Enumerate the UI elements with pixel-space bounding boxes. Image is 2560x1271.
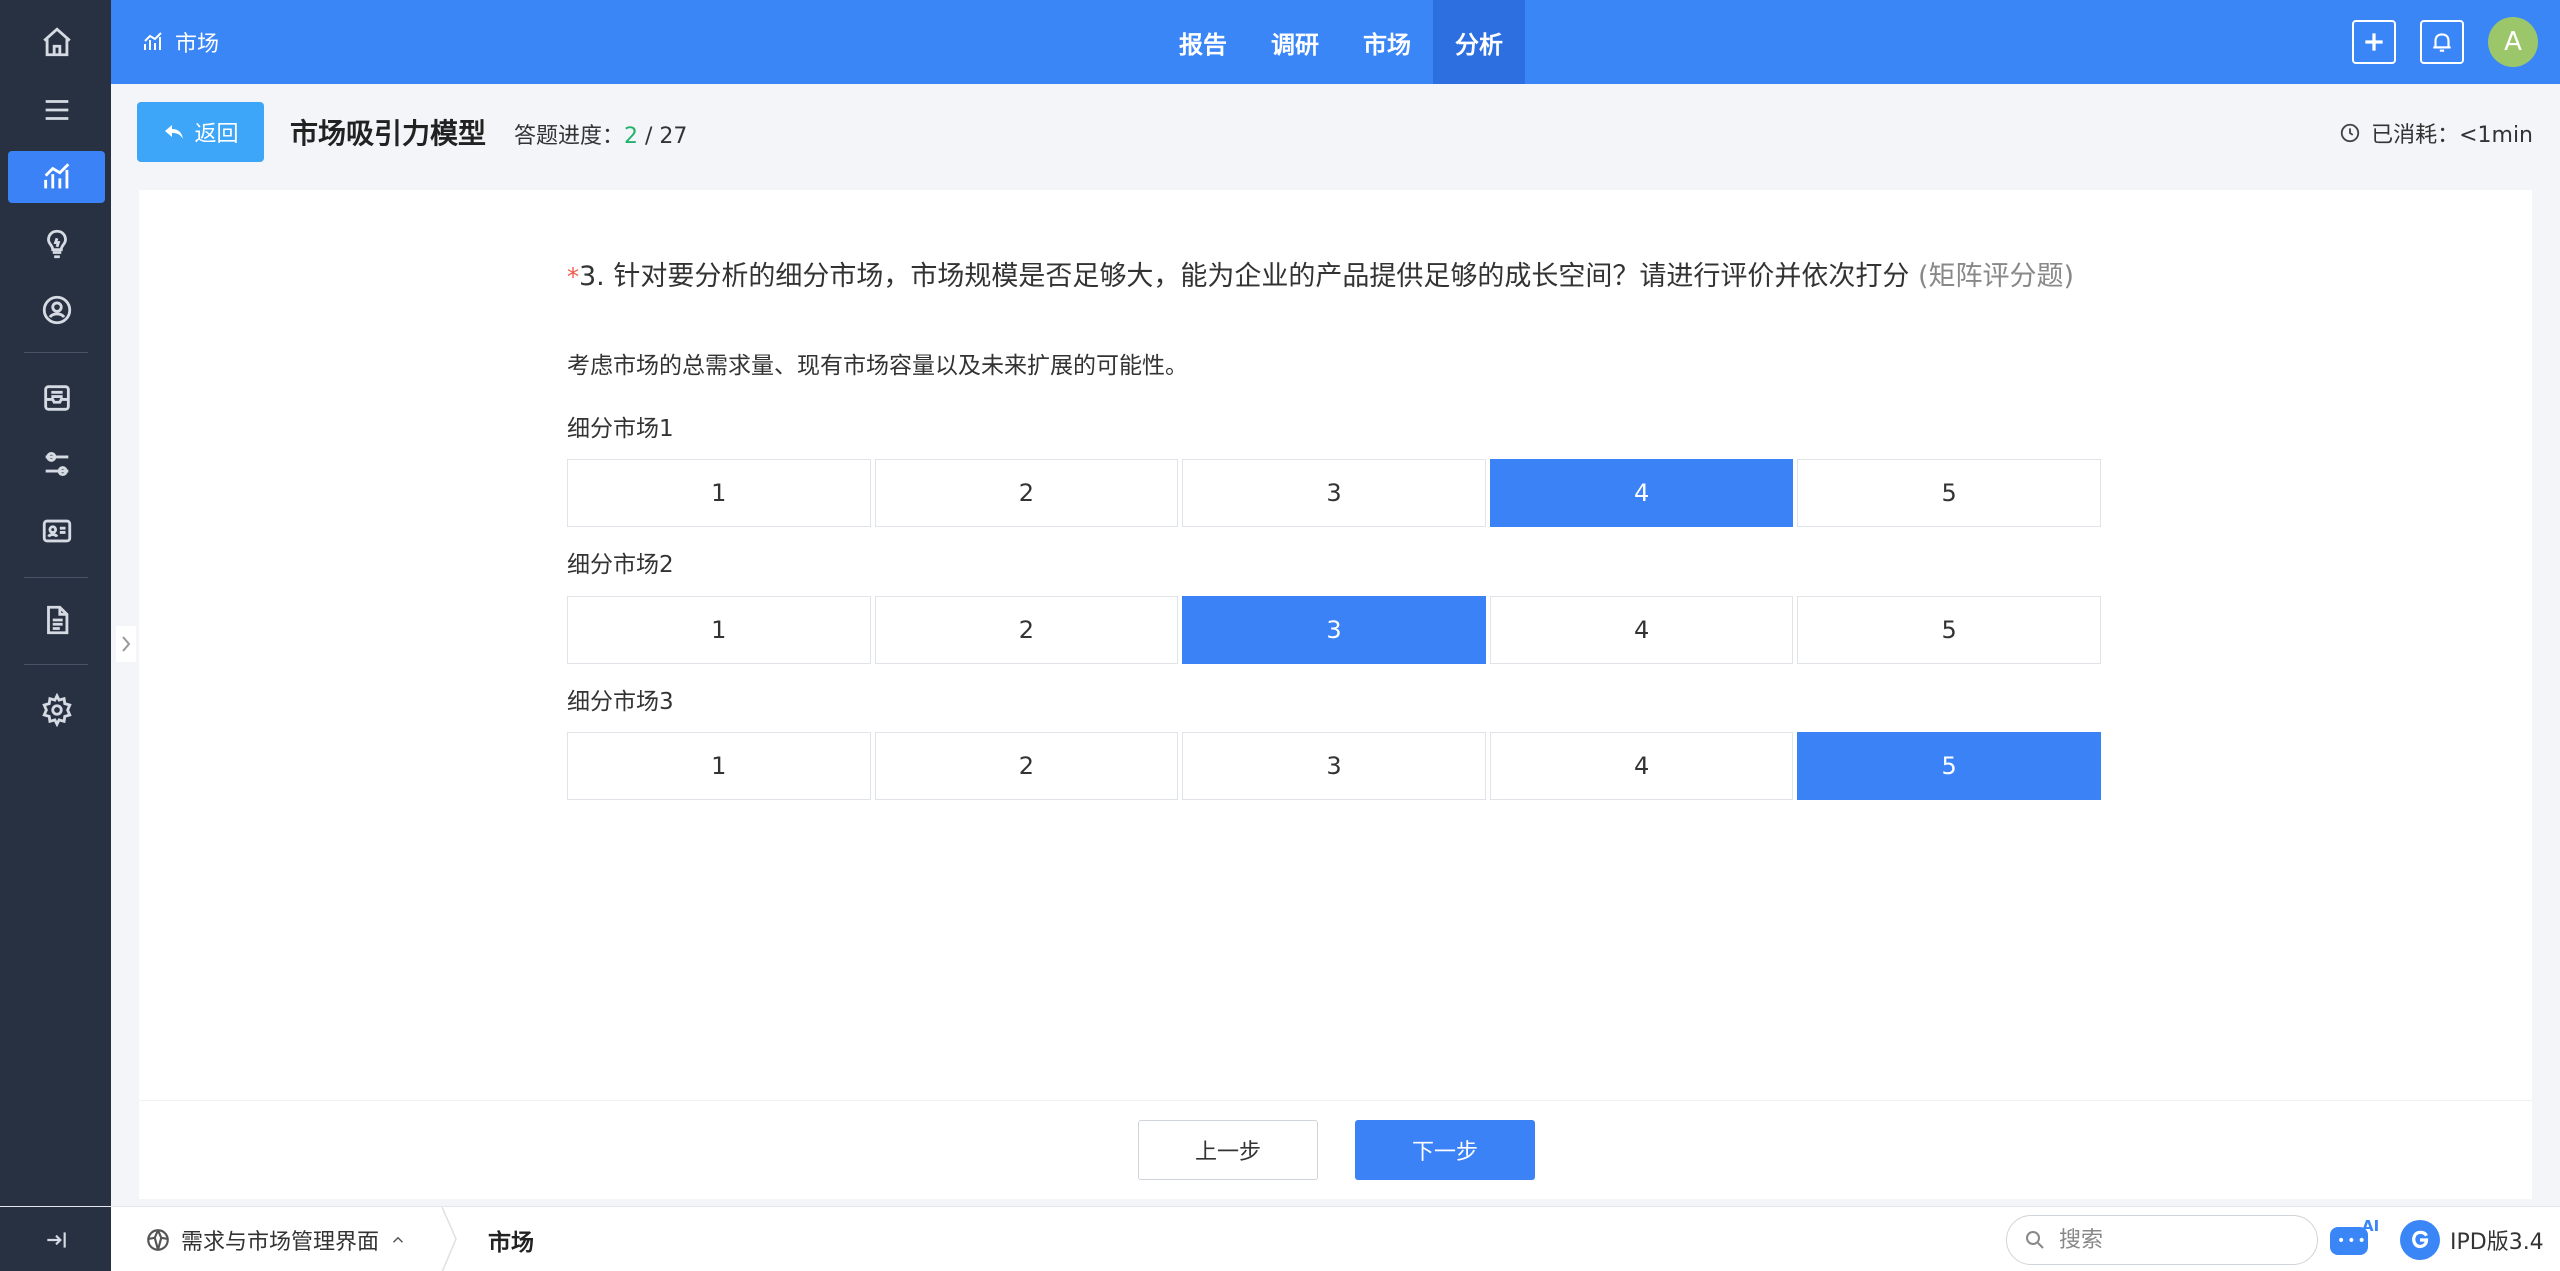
top-nav: 报告 调研 市场 分析: [1157, 0, 1525, 84]
chevron-up-icon: [392, 1236, 404, 1243]
rating-row-2: 1 2 3 4 5: [567, 596, 2101, 664]
rating-option[interactable]: 5: [1797, 459, 2101, 527]
version-info: IPD版3.4: [2400, 1207, 2544, 1271]
chevron-right-icon: [122, 636, 131, 652]
question-type: (矩阵评分题): [1917, 261, 2075, 292]
tab-separator: [440, 1206, 460, 1271]
top-navbar: 市场 报告 调研 市场 分析 A: [111, 0, 2560, 84]
ai-badge: AI: [2362, 1217, 2380, 1235]
sliders-icon[interactable]: [8, 438, 105, 490]
rating-option[interactable]: 4: [1489, 596, 1794, 664]
module-icon: [147, 1228, 169, 1251]
question-card: [139, 190, 2532, 1199]
lightbulb-icon[interactable]: [8, 218, 105, 270]
bottom-bar: 需求与市场管理界面 市场 ••• AI IPD版3.4: [0, 1206, 2560, 1271]
reply-arrow-icon: [165, 125, 184, 139]
rating-option[interactable]: 2: [874, 459, 1179, 527]
search-box[interactable]: [2006, 1215, 2318, 1265]
rating-option[interactable]: 1: [567, 732, 871, 800]
nav-item-research[interactable]: 调研: [1249, 0, 1341, 84]
left-sidebar: [0, 0, 111, 1271]
rating-option[interactable]: 5: [1797, 596, 2101, 664]
required-mark: *: [567, 263, 579, 291]
gear-icon[interactable]: [8, 684, 105, 736]
matrix-row-label: 细分市场2: [567, 552, 674, 578]
rating-option-selected[interactable]: 3: [1182, 596, 1486, 664]
elapsed-time: 已消耗：<1min: [2339, 117, 2533, 149]
home-icon[interactable]: [8, 16, 105, 68]
collapse-sidebar-button[interactable]: [0, 1207, 111, 1271]
elapsed-label: 已消耗：<1min: [2371, 123, 2533, 148]
ai-chat-icon[interactable]: ••• AI: [2330, 1217, 2382, 1261]
search-input[interactable]: [2059, 1227, 2279, 1253]
progress-total: / 27: [645, 124, 688, 149]
inbox-icon[interactable]: [8, 372, 105, 424]
card-footer: [139, 1100, 2532, 1199]
progress-label: 答题进度：: [514, 124, 625, 149]
progress-current: 2: [624, 124, 639, 149]
question-text: 3. 针对要分析的细分市场，市场规模是否足够大，能为企业的产品提供足够的成长空间…: [579, 261, 1910, 292]
matrix-row-label: 细分市场3: [567, 689, 674, 715]
page-title: 市场吸引力模型: [290, 117, 487, 150]
tab-market[interactable]: 市场: [488, 1207, 534, 1271]
module-switcher[interactable]: 需求与市场管理界面: [145, 1207, 407, 1271]
rating-option[interactable]: 2: [874, 732, 1179, 800]
logo-icon: [2400, 1219, 2440, 1260]
rating-option[interactable]: 3: [1182, 732, 1486, 800]
brand-label: 市场: [175, 32, 220, 57]
notifications-button[interactable]: [2420, 20, 2464, 64]
back-label: 返回: [194, 122, 239, 147]
nav-item-analysis[interactable]: 分析: [1433, 0, 1525, 84]
clock-icon: [2340, 123, 2360, 143]
collapse-right-icon: [46, 1231, 66, 1248]
id-card-icon[interactable]: [8, 505, 105, 557]
nav-item-market[interactable]: 市场: [1341, 0, 1433, 84]
rating-option[interactable]: 4: [1489, 732, 1794, 800]
prev-step-button[interactable]: 上一步: [1138, 1120, 1318, 1180]
user-circle-icon[interactable]: [8, 284, 105, 336]
question-hint: 考虑市场的总需求量、现有市场容量以及未来扩展的可能性。: [567, 353, 1188, 379]
rating-option[interactable]: 3: [1182, 459, 1486, 527]
document-icon[interactable]: [8, 594, 105, 646]
chart-icon: [144, 32, 162, 50]
rating-row-3: 1 2 3 4 5: [567, 732, 2101, 800]
rating-option[interactable]: 1: [567, 459, 871, 527]
nav-item-report[interactable]: 报告: [1157, 0, 1249, 84]
avatar[interactable]: A: [2488, 17, 2538, 67]
rating-option-selected[interactable]: 5: [1797, 732, 2101, 800]
chart-icon[interactable]: [8, 151, 105, 203]
rating-row-1: 1 2 3 4 5: [567, 459, 2101, 527]
version-label: IPD版3.4: [2450, 1229, 2544, 1255]
add-button[interactable]: [2352, 20, 2396, 64]
back-button[interactable]: 返回: [137, 102, 264, 162]
rating-option[interactable]: 1: [567, 596, 871, 664]
menu-icon[interactable]: [8, 84, 105, 136]
rating-option-selected[interactable]: 4: [1489, 459, 1794, 527]
answer-progress: 答题进度：2 / 27: [514, 118, 687, 150]
expand-handle[interactable]: [116, 626, 136, 662]
plus-icon: [2365, 33, 2383, 51]
rating-option[interactable]: 2: [874, 596, 1179, 664]
next-step-button[interactable]: 下一步: [1355, 1120, 1535, 1180]
question-title: *3. 针对要分析的细分市场，市场规模是否足够大，能为企业的产品提供足够的成长空…: [567, 256, 2102, 298]
matrix-row-label: 细分市场1: [567, 416, 674, 442]
search-icon: [2026, 1231, 2044, 1249]
brand[interactable]: 市场: [141, 0, 219, 84]
module-label: 需求与市场管理界面: [181, 1229, 380, 1255]
bell-icon: [2433, 33, 2451, 52]
